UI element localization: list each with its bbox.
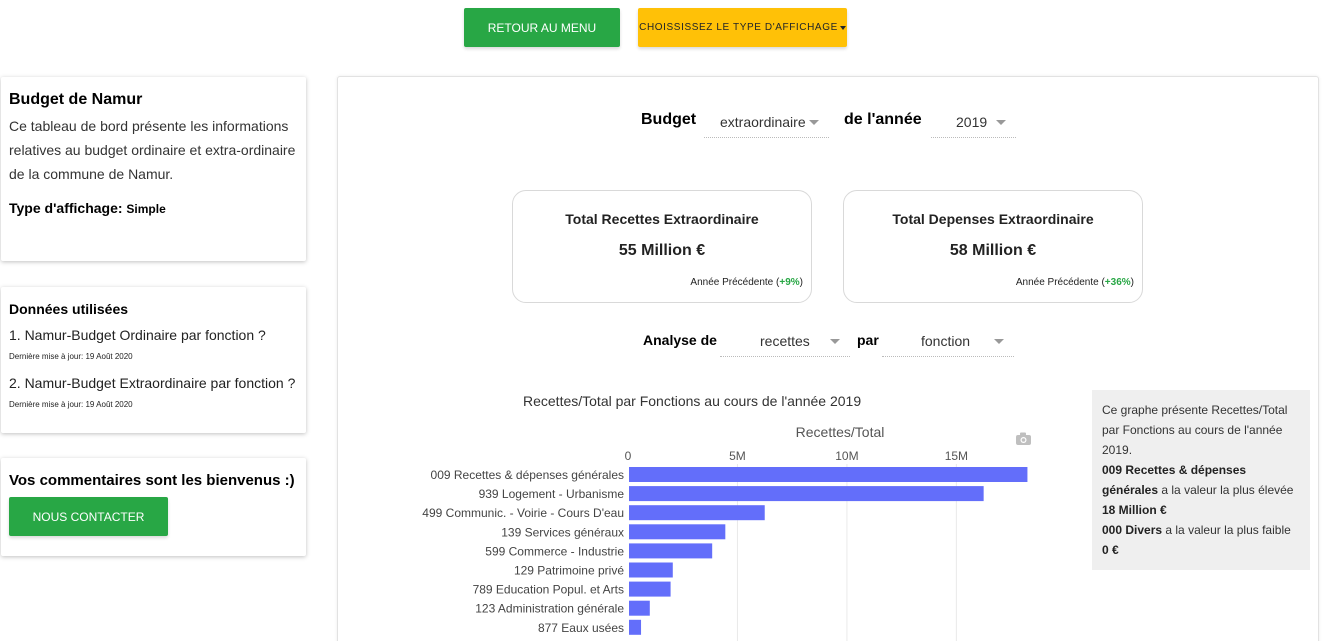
stat-title: Total Depenses Extraordinaire: [892, 211, 1094, 227]
comments-title: Vos commentaires sont les bienvenus :): [9, 472, 295, 489]
note-intro: Ce graphe présente Recettes/Total par Fo…: [1102, 403, 1288, 457]
y-category-label: 123 Administration générale: [475, 602, 624, 616]
note-min-name: 000 Divers: [1102, 523, 1163, 537]
stat-card-recettes: Total Recettes Extraordinaire 55 Million…: [512, 190, 812, 303]
stat-value: 55 Million €: [618, 242, 706, 259]
data-source-update: Dernière mise à jour: 19 Août 2020: [9, 400, 133, 409]
stat-previous-year: Année Précédente (+9%): [690, 277, 803, 288]
bar[interactable]: [629, 505, 765, 521]
data-source-update: Dernière mise à jour: 19 Août 2020: [9, 352, 133, 361]
y-category-label: 877 Eaux usées: [538, 621, 624, 635]
dropdown-arrow-icon: [996, 120, 1006, 125]
x-tick-label: 0: [625, 449, 632, 463]
budget-label: Budget: [641, 111, 697, 128]
display-type-label: CHOISSISSEZ LE TYPE D'AFFICHAGE: [639, 22, 838, 33]
camera-icon[interactable]: [1016, 432, 1031, 446]
info-card: Budget de Namur Ce tableau de bord prése…: [1, 77, 306, 261]
data-source-item[interactable]: 1. Namur-Budget Ordinaire par fonction ?: [9, 327, 298, 343]
bar[interactable]: [629, 486, 984, 502]
stat-value: 58 Million €: [949, 242, 1037, 259]
budget-type-value: extraordinaire: [720, 113, 806, 130]
y-category-label: 129 Patrimoine privé: [514, 564, 624, 578]
bar[interactable]: [629, 562, 673, 578]
x-tick-label: 5M: [729, 449, 746, 463]
stat-change-pct: +36%: [1104, 277, 1131, 288]
analysis-select[interactable]: recettes: [720, 325, 850, 357]
bar[interactable]: [629, 619, 642, 635]
display-type-label: Type d'affichage:: [9, 200, 123, 216]
bar[interactable]: [629, 543, 713, 559]
x-axis-title: Recettes/Total: [796, 424, 885, 440]
y-category-label: 939 Logement - Urbanisme: [479, 487, 625, 501]
group-by-value: fonction: [921, 332, 971, 349]
back-to-menu-button[interactable]: RETOUR AU MENU: [464, 8, 620, 47]
y-category-label: 499 Communic. - Voirie - Cours D'eau: [422, 506, 624, 520]
dropdown-arrow-icon: [994, 339, 1004, 344]
year-value: 2019: [956, 113, 988, 130]
stat-title: Total Recettes Extraordinaire: [565, 211, 759, 227]
note-max-text: a la valeur la plus élevée: [1158, 483, 1294, 497]
bar-chart: Recettes/Total 0 5M 10M 15M 009 Recettes & …: [422, 424, 1031, 641]
note-max-value: 18 Million €: [1102, 503, 1167, 517]
display-type-value: Simple: [126, 202, 166, 216]
x-tick-label: 15M: [945, 449, 968, 463]
analysis-label: Analyse de: [643, 332, 717, 348]
chart-title: Recettes/Total par Fonctions au cours de…: [523, 393, 862, 409]
budget-type-select[interactable]: extraordinaire: [704, 106, 829, 138]
data-sources-card: Données utilisées 1. Namur-Budget Ordina…: [1, 287, 306, 433]
info-card-description: Ce tableau de bord présente les informat…: [9, 118, 296, 182]
info-card-title: Budget de Namur: [9, 91, 143, 108]
data-sources-title: Données utilisées: [9, 301, 129, 317]
display-type-line: Type d'affichage: Simple: [9, 200, 298, 216]
dropdown-arrow-icon: [830, 339, 840, 344]
bar[interactable]: [629, 467, 1028, 482]
x-tick-label: 10M: [835, 449, 858, 463]
comments-card: Vos commentaires sont les bienvenus :) N…: [1, 458, 306, 556]
y-category-label: 139 Services généraux: [501, 525, 624, 539]
bar[interactable]: [629, 581, 671, 597]
note-min-value: 0 €: [1102, 543, 1119, 557]
bar[interactable]: [629, 524, 726, 540]
bar[interactable]: [629, 600, 650, 616]
stat-card-depenses: Total Depenses Extraordinaire 58 Million…: [843, 190, 1143, 303]
group-by-select[interactable]: fonction: [882, 325, 1014, 357]
stat-previous-year: Année Précédente (+36%): [1015, 277, 1134, 288]
dropdown-arrow-icon: [809, 120, 819, 125]
data-source-item[interactable]: 2. Namur-Budget Extraordinaire par fonct…: [9, 375, 298, 391]
year-select[interactable]: 2019: [931, 106, 1016, 138]
contact-button[interactable]: NOUS CONTACTER: [9, 497, 168, 536]
display-type-dropdown-button[interactable]: CHOISSISSEZ LE TYPE D'AFFICHAGE: [638, 8, 847, 47]
analysis-value: recettes: [760, 332, 810, 349]
chart-description-note: Ce graphe présente Recettes/Total par Fo…: [1092, 390, 1310, 570]
year-label: de l'année: [844, 111, 922, 128]
caret-down-icon: [839, 25, 846, 30]
by-label: par: [857, 332, 879, 348]
stat-change-pct: +9%: [779, 277, 800, 288]
y-category-label: 789 Education Popul. et Arts: [473, 583, 624, 597]
y-category-label: 599 Commerce - Industrie: [485, 544, 624, 558]
y-category-label: 009 Recettes & dépenses générales: [431, 468, 624, 482]
note-min-text: a la valeur la plus faible: [1162, 523, 1291, 537]
